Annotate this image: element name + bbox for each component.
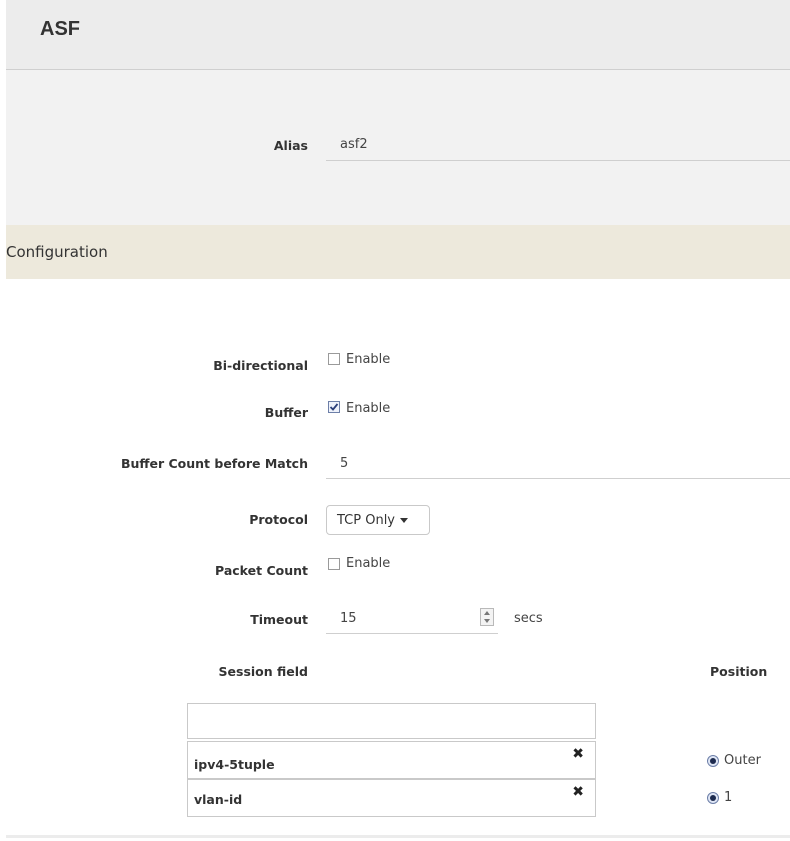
- session-field-input[interactable]: [187, 703, 596, 739]
- buffer-count-value: 5: [340, 456, 349, 471]
- timeout-value: 15: [340, 611, 357, 626]
- packet-count-enable-label: Enable: [346, 556, 391, 571]
- configuration-section-bar: [6, 225, 790, 279]
- position-radio-1[interactable]: [707, 792, 719, 804]
- session-row-vlan-id: vlan-id ✖: [187, 779, 596, 817]
- packet-count-label: Packet Count: [215, 563, 308, 578]
- protocol-label: Protocol: [249, 512, 308, 527]
- protocol-selected: TCP Only: [337, 512, 396, 528]
- bidirectional-label: Bi-directional: [213, 358, 308, 373]
- position-label-outer: Outer: [724, 753, 761, 768]
- timeout-spinner[interactable]: [480, 608, 494, 626]
- buffer-enable-label: Enable: [346, 401, 391, 416]
- session-field-header: Session field: [218, 664, 308, 679]
- buffer-count-input[interactable]: 5: [326, 449, 790, 479]
- buffer-count-label: Buffer Count before Match: [120, 456, 308, 471]
- alias-value: asf2: [340, 137, 368, 152]
- spin-down-icon[interactable]: [484, 619, 490, 623]
- spin-up-icon[interactable]: [484, 611, 490, 615]
- session-row-field: ipv4-5tuple: [194, 757, 275, 772]
- remove-icon[interactable]: ✖: [572, 746, 584, 762]
- bottom-divider: [6, 835, 790, 838]
- buffer-label: Buffer: [264, 405, 308, 420]
- position-radio-outer[interactable]: [707, 755, 719, 767]
- timeout-input[interactable]: 15: [326, 604, 498, 634]
- page-header: [6, 0, 790, 70]
- protocol-dropdown[interactable]: TCP Only: [326, 505, 430, 535]
- timeout-unit: secs: [514, 611, 543, 626]
- bidirectional-enable-label: Enable: [346, 352, 391, 367]
- caret-down-icon: [400, 517, 409, 523]
- alias-label: Alias: [273, 138, 308, 153]
- buffer-checkbox[interactable]: [328, 401, 340, 413]
- position-label-1: 1: [724, 790, 733, 805]
- position-header: Position: [710, 664, 768, 679]
- alias-input[interactable]: asf2: [326, 130, 790, 161]
- session-row-field: vlan-id: [194, 792, 243, 807]
- configuration-title: Configuration: [6, 243, 108, 261]
- page-title: ASF: [40, 18, 80, 40]
- timeout-label: Timeout: [250, 612, 308, 627]
- remove-icon[interactable]: ✖: [572, 784, 584, 800]
- bidirectional-checkbox[interactable]: [328, 353, 340, 365]
- session-row-ipv4-5tuple: ipv4-5tuple ✖: [187, 741, 596, 779]
- packet-count-checkbox[interactable]: [328, 558, 340, 570]
